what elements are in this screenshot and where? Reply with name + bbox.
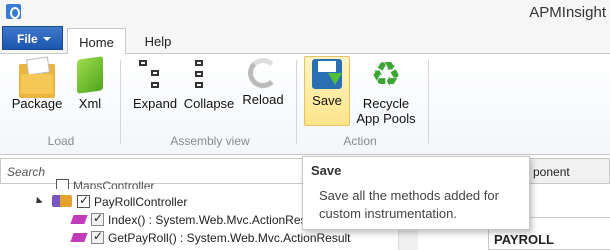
tree-row-method[interactable]: Index() : System.Web.Mvc.ActionResult (70, 211, 320, 231)
tooltip-line: Save all the methods added for (319, 188, 499, 203)
checkbox[interactable] (77, 193, 90, 208)
xml-label: Xml (78, 96, 102, 111)
app-logo-icon (6, 4, 21, 19)
expand-button[interactable]: Expand (130, 58, 180, 111)
file-menu-label: File (17, 32, 38, 46)
recycle-icon: ♻ (370, 56, 402, 94)
group-divider (120, 60, 121, 144)
expander-icon[interactable] (33, 196, 43, 207)
tooltip-title: Save (311, 163, 342, 178)
save-tooltip: Save Save all the methods added for cust… (302, 156, 530, 230)
checkbox[interactable] (91, 211, 104, 226)
search-placeholder: Search (7, 165, 46, 179)
group-label-load: Load (47, 134, 75, 148)
ribbon-panel: Package Xml Load Expand Collapse Reload … (0, 54, 610, 155)
reload-button[interactable]: Reload (240, 58, 286, 107)
package-button[interactable]: Package (10, 58, 64, 111)
tree-row-label: MapsController (73, 179, 155, 189)
recycle-app-pools-button[interactable]: ♻ Recycle App Pools (354, 58, 418, 126)
expand-label: Expand (132, 96, 178, 111)
xml-book-icon (77, 56, 103, 94)
group-label-assembly-view: Assembly view (170, 134, 250, 148)
group-divider (428, 60, 429, 144)
tab-home[interactable]: Home (67, 28, 126, 55)
controller-icon (52, 195, 72, 207)
checkbox[interactable] (56, 179, 69, 189)
grid-cell[interactable]: PAYROLL (489, 228, 610, 250)
tree-row-controller[interactable]: PayRollController (33, 193, 188, 213)
window-title: APMInsight (529, 4, 606, 21)
checkbox[interactable] (91, 229, 104, 244)
tree-row-label: PayRollController (94, 195, 188, 209)
package-icon (19, 64, 55, 98)
recycle-label: Recycle (362, 96, 410, 111)
method-icon (70, 215, 88, 224)
save-label: Save (312, 93, 342, 108)
tree-row-partial[interactable]: MapsController (56, 179, 154, 189)
tree-row-label: Index() : System.Web.Mvc.ActionResult (108, 213, 320, 227)
tooltip-body: Save all the methods added for custom in… (319, 187, 521, 223)
chevron-down-icon (42, 37, 51, 41)
group-label-action: Action (343, 134, 377, 148)
save-disk-icon (312, 59, 342, 89)
tooltip-line: custom instrumentation. (319, 206, 458, 221)
file-menu-button[interactable]: File (2, 26, 63, 50)
save-button[interactable]: Save (304, 56, 350, 126)
tree-row-label: GetPayRoll() : System.Web.Mvc.ActionResu… (108, 231, 351, 245)
xml-button[interactable]: Xml (70, 56, 110, 111)
collapse-label: Collapse (183, 96, 235, 111)
expand-tree-icon (137, 58, 173, 92)
reload-icon (248, 58, 278, 88)
app-pools-label: App Pools (356, 111, 416, 126)
reload-label: Reload (242, 92, 284, 107)
collapse-button[interactable]: Collapse (182, 58, 236, 111)
title-bar: APMInsight (0, 0, 610, 26)
package-label: Package (11, 96, 63, 111)
tab-help[interactable]: Help (134, 28, 182, 55)
method-icon (70, 233, 88, 242)
group-divider (296, 60, 297, 144)
grid-column-header-label: ponent (533, 165, 570, 179)
collapse-tree-icon (191, 58, 227, 92)
tree-row-method[interactable]: GetPayRoll() : System.Web.Mvc.ActionResu… (70, 229, 351, 249)
